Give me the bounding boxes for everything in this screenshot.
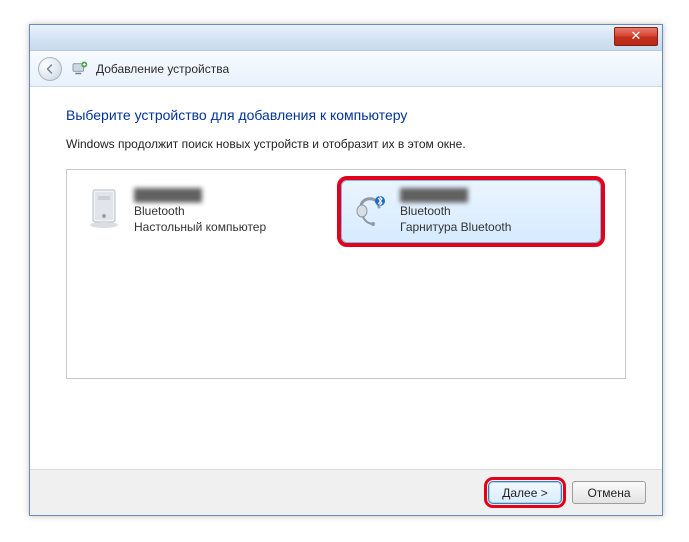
device-desc-label: Настольный компьютер: [134, 219, 266, 235]
header-bar: Добавление устройства: [30, 51, 662, 87]
page-title: Выберите устройство для добавления к ком…: [66, 107, 626, 123]
back-arrow-icon: [44, 63, 56, 75]
device-text: ████████ Bluetooth Гарнитура Bluetooth: [400, 187, 511, 236]
device-text: ████████ Bluetooth Настольный компьютер: [134, 187, 266, 236]
header-title: Добавление устройства: [96, 62, 229, 76]
device-item-headset[interactable]: ████████ Bluetooth Гарнитура Bluetooth: [341, 180, 601, 243]
footer-bar: Далее > Отмена: [30, 469, 662, 515]
cancel-button[interactable]: Отмена: [572, 481, 646, 504]
desktop-pc-icon: [84, 187, 124, 229]
next-button[interactable]: Далее >: [488, 481, 562, 504]
device-type-label: Bluetooth: [400, 203, 511, 219]
bluetooth-headset-icon: [350, 187, 390, 229]
device-name-label: ████████: [400, 187, 511, 203]
content-area: Выберите устройство для добавления к ком…: [30, 87, 662, 469]
device-desc-label: Гарнитура Bluetooth: [400, 219, 511, 235]
close-button[interactable]: ✕: [614, 27, 658, 46]
titlebar: ✕: [30, 25, 662, 51]
device-add-icon: [70, 60, 88, 78]
dialog-window: ✕ Добавление устройства Выберите устройс…: [29, 24, 663, 516]
device-list: ████████ Bluetooth Настольный компьютер: [66, 169, 626, 379]
device-item-desktop[interactable]: ████████ Bluetooth Настольный компьютер: [75, 180, 335, 243]
device-name-label: ████████: [134, 187, 266, 203]
page-subtitle: Windows продолжит поиск новых устройств …: [66, 137, 626, 151]
device-type-label: Bluetooth: [134, 203, 266, 219]
back-button[interactable]: [38, 57, 62, 81]
